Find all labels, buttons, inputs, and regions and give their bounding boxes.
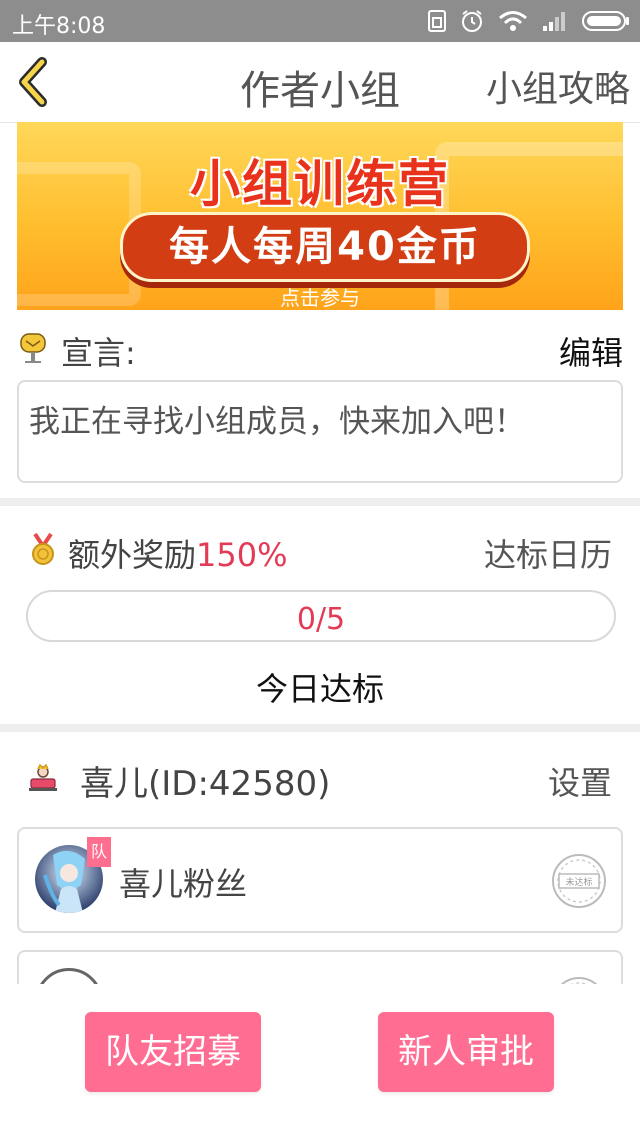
section-divider: [0, 724, 640, 732]
back-button[interactable]: [14, 56, 54, 108]
edit-declaration-button[interactable]: 编辑: [559, 328, 623, 374]
bottom-action-bar: 队友招募 新人审批: [0, 984, 640, 1138]
banner-reward: 每人每周40金币: [120, 212, 530, 282]
status-bar: 上午8:08: [0, 0, 640, 42]
stamp-text: 未达标: [565, 876, 592, 888]
not-qualified-stamp-icon: 未达标: [552, 854, 606, 908]
group-guide-link[interactable]: 小组攻略: [486, 60, 630, 112]
bonus-label-text: 额外奖励: [68, 536, 197, 574]
team-badge: 队: [87, 837, 111, 867]
mailbox-icon: [20, 333, 46, 363]
status-time: 上午8:08: [12, 14, 106, 39]
status-icons: [428, 8, 630, 34]
header: 作者小组 小组攻略: [0, 42, 640, 123]
training-camp-banner[interactable]: 小组训练营 每人每周40金币 点击参与: [17, 122, 623, 310]
banner-subtitle: 点击参与: [280, 286, 360, 310]
recruit-teammates-button[interactable]: 队友招募: [85, 1012, 261, 1092]
bonus-percent: 150%: [196, 536, 288, 574]
member-name: 喜儿粉丝: [119, 865, 248, 903]
progress-bar: 0/5: [26, 590, 616, 642]
leader-icon: [29, 764, 57, 791]
settings-button[interactable]: 设置: [548, 758, 612, 804]
medal-icon: [32, 532, 54, 565]
group-leader-name: 喜儿(ID:42580): [80, 764, 331, 804]
calendar-link[interactable]: 达标日历: [484, 530, 612, 576]
declaration-text: 我正在寻找小组成员，快来加入吧！: [29, 404, 525, 440]
progress-text: 0/5: [296, 602, 346, 637]
banner-title: 小组训练营: [190, 155, 450, 213]
alarm-icon: [462, 10, 482, 32]
member-card[interactable]: 队 喜儿粉丝 未达标: [17, 827, 623, 933]
signal-icon: [543, 12, 565, 31]
wifi-icon: [499, 11, 527, 31]
declaration-header: 宣言: 编辑: [17, 326, 623, 372]
declaration-box: 我正在寻找小组成员，快来加入吧！: [17, 380, 623, 483]
approve-newcomers-button[interactable]: 新人审批: [378, 1012, 554, 1092]
sim-icon: [428, 10, 446, 32]
chevron-left-icon: [19, 57, 47, 107]
today-status-label: 今日达标: [255, 670, 384, 708]
bonus-label: 额外奖励150%: [68, 530, 288, 576]
battery-icon: [582, 11, 629, 31]
declaration-label: 宣言:: [61, 334, 136, 372]
section-divider: [0, 498, 640, 506]
